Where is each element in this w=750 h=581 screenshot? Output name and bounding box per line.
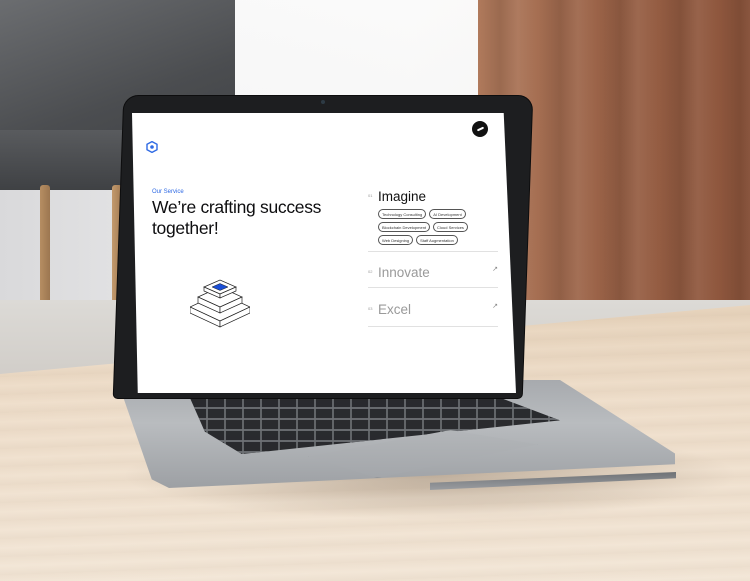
service-number: 02	[368, 269, 373, 274]
divider	[368, 251, 498, 252]
divider	[368, 326, 498, 327]
service-tag[interactable]: Staff Augmentation	[416, 235, 458, 245]
section-eyebrow: Our Service	[152, 189, 184, 195]
service-title: Imagine	[378, 189, 427, 204]
page-title: We’re crafting success together!	[152, 197, 322, 238]
service-item-imagine[interactable]: 01 Imagine Technology Consulting AI Deve…	[368, 189, 498, 252]
service-number: 01	[368, 193, 373, 198]
stacked-layers-icon	[190, 279, 250, 328]
laptop-screen: Our Service We’re crafting success toget…	[132, 113, 516, 393]
service-title: Excel	[378, 302, 412, 317]
service-item-excel[interactable]: 03 Excel ↗	[368, 302, 498, 327]
service-item-innovate[interactable]: 02 Innovate ↗	[368, 265, 498, 289]
profile-icon[interactable]	[472, 121, 488, 137]
service-tag[interactable]: Web Designing	[378, 235, 414, 245]
service-tag[interactable]: AI Development	[429, 209, 466, 219]
hexagon-logo-icon[interactable]	[146, 141, 158, 153]
laptop-camera	[321, 100, 325, 104]
divider	[368, 287, 498, 288]
arrow-up-right-icon[interactable]: ↗	[492, 265, 498, 273]
service-tags: Technology Consulting AI Development Blo…	[378, 209, 488, 245]
service-number: 03	[368, 306, 373, 311]
service-tag[interactable]: Technology Consulting	[378, 209, 427, 219]
arrow-up-right-icon[interactable]: ↗	[492, 302, 498, 310]
service-tag[interactable]: Cloud Services	[433, 222, 468, 232]
service-tag[interactable]: Blockchain Development	[378, 222, 431, 232]
service-title: Innovate	[378, 265, 430, 280]
chair-leg	[40, 185, 50, 305]
